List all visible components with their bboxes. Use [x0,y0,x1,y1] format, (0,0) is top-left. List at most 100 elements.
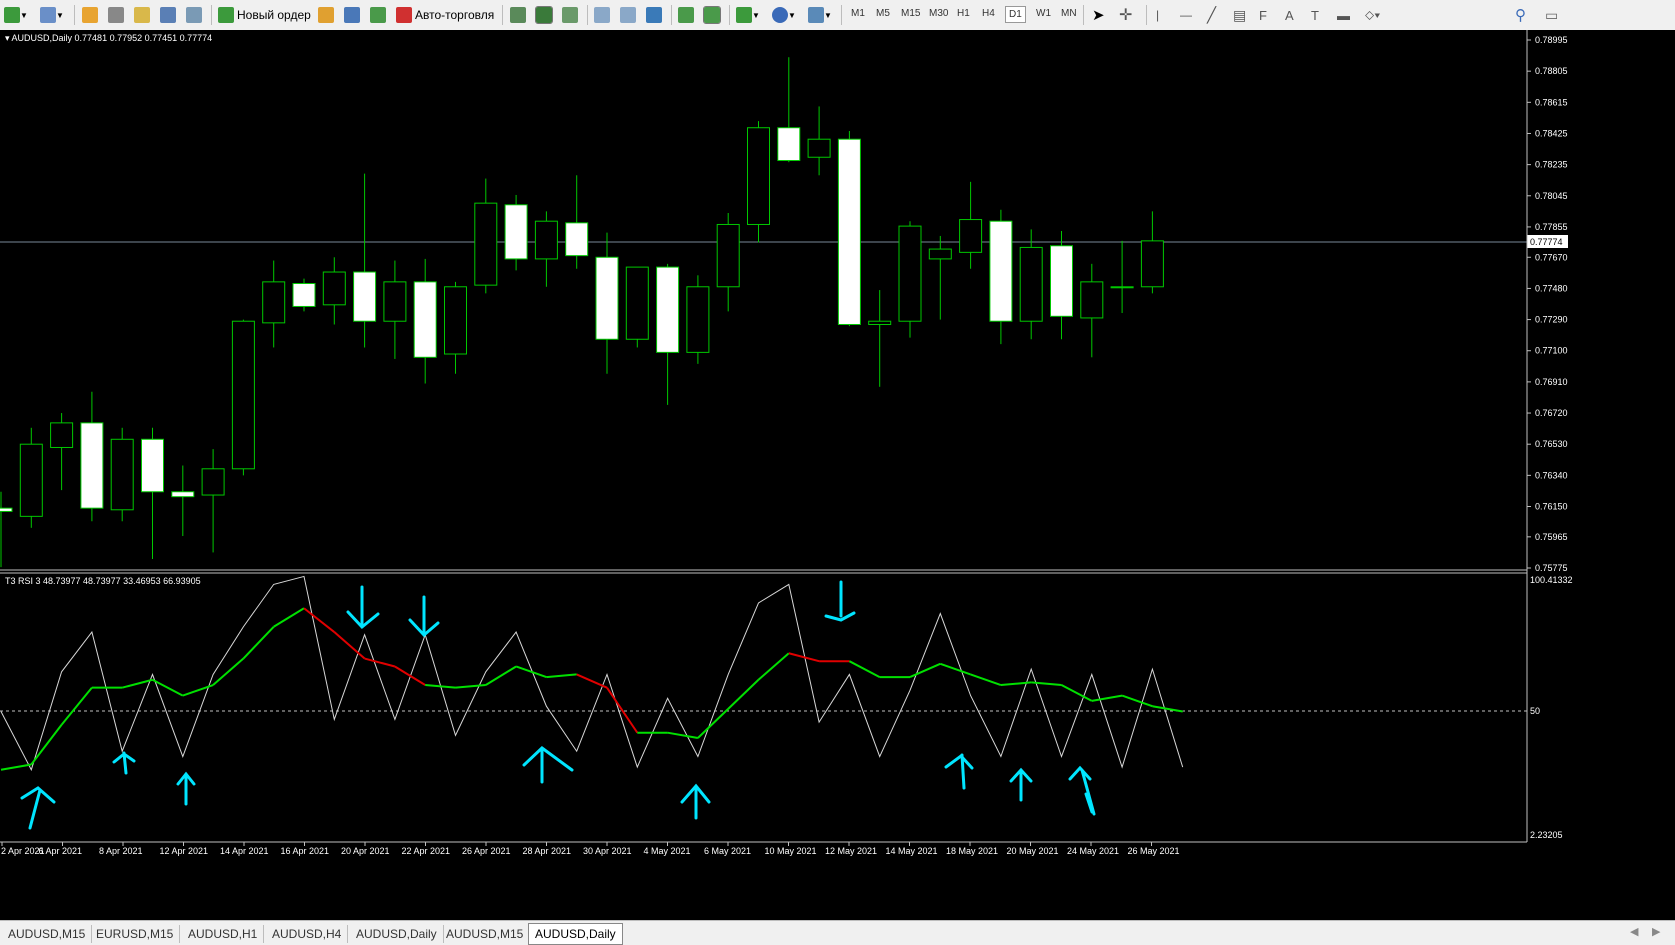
bearish-candle [80,422,104,509]
search-icon[interactable]: ⚲ [1515,4,1526,26]
timeframe-w1[interactable]: W1 [1033,6,1054,21]
strategy-tester-icon[interactable] [186,4,202,26]
zoom-out-icon[interactable] [620,4,636,26]
price-axis-label: 0.77670 [1535,252,1568,262]
auto-trading-button[interactable]: Авто-торговля [396,4,494,26]
rsi-slow-segment [1091,694,1123,702]
auto-scroll-icon[interactable] [678,4,694,26]
chart-tab[interactable]: AUDUSD,M15 [2,925,93,943]
timeframe-h1[interactable]: H1 [954,6,973,21]
chart-tab[interactable]: AUDUSD,Daily [528,923,623,945]
bullish-candle [1080,281,1104,319]
shapes-icon[interactable]: ⬦▾ [1365,4,1380,26]
horizontal-line-icon[interactable]: — [1180,4,1192,26]
rsi-slow-segment [576,673,608,689]
arrow-objects-icon[interactable]: ▬ [1337,4,1350,26]
chart-window[interactable]: 0.78995 0.78805 0.78615 0.78425 0.78235 0.780… [0,30,1675,920]
timeframe-m1[interactable]: M1 [848,6,868,21]
current-price-label: 0.77774 [1530,237,1563,247]
market-watch-icon[interactable] [82,4,98,26]
bearish-candle [989,220,1013,322]
navigator-icon[interactable] [108,4,124,26]
rsi-slow-segment [182,684,214,697]
date-axis-label: 20 May 2021 [1007,846,1059,856]
chart-tab[interactable]: EURUSD,M15 [90,925,181,943]
new-order-button[interactable]: Новый ордер [218,4,311,26]
bullish-candle [686,286,710,353]
rsi-slow-segment [212,657,245,686]
bearish-candle [565,222,589,257]
timeframe-mn[interactable]: MN [1058,6,1080,21]
data-window-icon[interactable] [134,4,150,26]
bearish-candle [0,507,13,512]
bearish-candle [413,281,437,358]
rsi-slow-segment [485,665,517,686]
date-axis-label: 14 Apr 2021 [220,846,269,856]
price-axis-label: 0.78805 [1535,66,1568,76]
profiles-icon[interactable]: ▼ [40,4,64,26]
bearish-candle [504,204,528,260]
date-axis-label: 10 May 2021 [765,846,817,856]
date-axis-label: 12 May 2021 [825,846,877,856]
text-label-icon[interactable]: T [1311,4,1319,26]
crosshair-icon[interactable]: ✛ [1119,4,1132,26]
channel-icon[interactable]: ▤ [1233,4,1246,26]
bar-chart-icon[interactable] [510,4,526,26]
new-order-label: Новый ордер [237,8,311,22]
bearish-candle [777,127,801,162]
chart-canvas[interactable]: 0.78995 0.78805 0.78615 0.78425 0.78235 0.780… [0,30,1675,920]
trendline-icon[interactable]: ╱ [1207,4,1216,26]
chart-tab[interactable]: AUDUSD,H1 [182,925,265,943]
rsi-slow-segment [697,708,729,739]
rsi-slow-segment [303,607,335,633]
chart-tabs-bar: AUDUSD,M15 EURUSD,M15 AUDUSD,H1 AUDUSD,H4 AU… [0,920,1675,945]
cursor-icon[interactable]: ➤ [1092,4,1105,26]
date-axis-label: 26 May 2021 [1128,846,1180,856]
toolbar: ▼ ▼ Новый ордер Авто-торговля ▼ ▼ ▼ M1 M… [0,0,1675,31]
templates-icon[interactable]: ▼ [808,4,832,26]
date-axis-label: 8 Apr 2021 [99,846,143,856]
bullish-candle [444,286,467,355]
line-chart-icon[interactable] [562,4,578,26]
chart-tab[interactable]: AUDUSD,M15 [440,925,531,943]
rsi-fast-line [0,575,1184,772]
down-arrow-annotation [824,580,856,622]
chat-icon[interactable]: ▭ [1545,4,1558,26]
price-axis-label: 0.76910 [1535,377,1568,387]
chart-shift-icon[interactable] [703,4,721,26]
tile-windows-icon[interactable] [646,4,662,26]
bearish-candle [1050,245,1073,317]
periods-icon[interactable]: ▼ [772,4,796,26]
new-chart-icon[interactable]: ▼ [4,4,28,26]
timeframe-m30[interactable]: M30 [926,6,951,21]
rsi-slow-segment [30,724,63,766]
bullish-candle [110,438,134,511]
up-arrow-annotation [1009,767,1033,802]
chart-tab[interactable]: AUDUSD,H4 [266,925,349,943]
terminal-icon[interactable] [160,4,176,26]
market-icon[interactable] [370,4,386,26]
rsi-slow-segment [60,687,93,726]
rsi-slow-segment [606,687,639,734]
timeframe-h4[interactable]: H4 [979,6,998,21]
candlestick-icon[interactable] [535,4,553,26]
timeframe-m15[interactable]: M15 [898,6,923,21]
signals-icon[interactable] [344,4,360,26]
zoom-in-icon[interactable] [594,4,610,26]
chart-tab[interactable]: AUDUSD,Daily [350,925,444,943]
bearish-candle [656,266,680,353]
fibonacci-icon[interactable]: F [1259,4,1267,26]
metaeditor-icon[interactable] [318,4,334,26]
text-icon[interactable]: A [1285,4,1294,26]
timeframe-m5[interactable]: M5 [873,6,893,21]
bullish-candle [928,248,952,260]
indicators-icon[interactable]: ▼ [736,4,760,26]
up-arrow-annotation [176,771,196,806]
bullish-candle [625,266,649,340]
vertical-line-icon[interactable]: | [1156,4,1159,26]
price-axis-label: 0.76720 [1535,408,1568,418]
price-axis-label: 0.76340 [1535,470,1568,480]
scroll-left-icon[interactable]: ◀ [1630,925,1638,938]
timeframe-d1[interactable]: D1 [1005,6,1026,23]
scroll-right-icon[interactable]: ▶ [1652,925,1660,938]
